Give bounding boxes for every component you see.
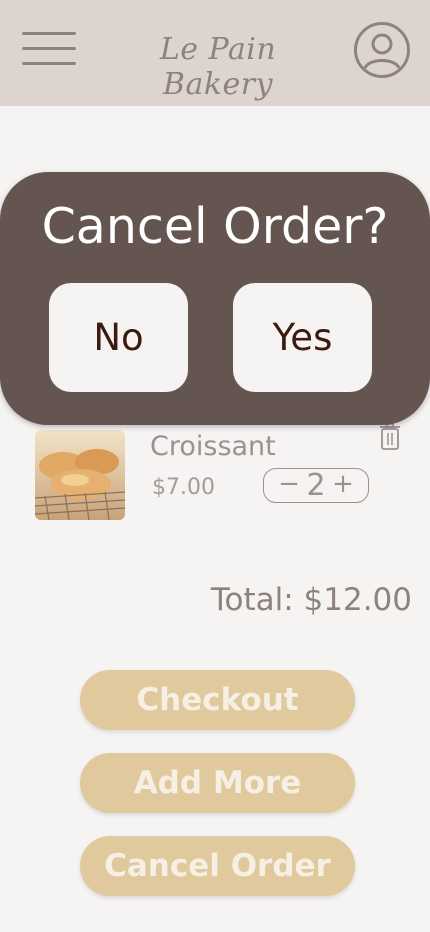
add-more-button[interactable]: Add More [80, 753, 355, 813]
decrease-quantity-button[interactable]: − [276, 469, 302, 501]
quantity-stepper: − 2 + [263, 468, 369, 503]
item-price: $7.00 [152, 475, 215, 500]
trash-icon[interactable] [378, 423, 402, 451]
order-total: Total: $12.00 [210, 582, 412, 618]
item-name: Croissant [150, 431, 276, 462]
checkout-button[interactable]: Checkout [80, 670, 355, 730]
cancel-order-dialog: Cancel Order? No Yes [0, 172, 430, 425]
croissant-photo [35, 430, 125, 520]
quantity-value: 2 [306, 468, 326, 503]
increase-quantity-button[interactable]: + [330, 469, 356, 501]
cancel-order-button[interactable]: Cancel Order [80, 836, 355, 896]
hamburger-menu-icon[interactable] [22, 30, 76, 68]
app-header: Le Pain Bakery [0, 0, 430, 106]
dialog-title: Cancel Order? [41, 198, 389, 255]
yes-button[interactable]: Yes [233, 283, 372, 392]
user-profile-icon[interactable] [353, 21, 411, 79]
no-button[interactable]: No [49, 283, 188, 392]
brand-title: Le Pain Bakery [159, 32, 277, 102]
